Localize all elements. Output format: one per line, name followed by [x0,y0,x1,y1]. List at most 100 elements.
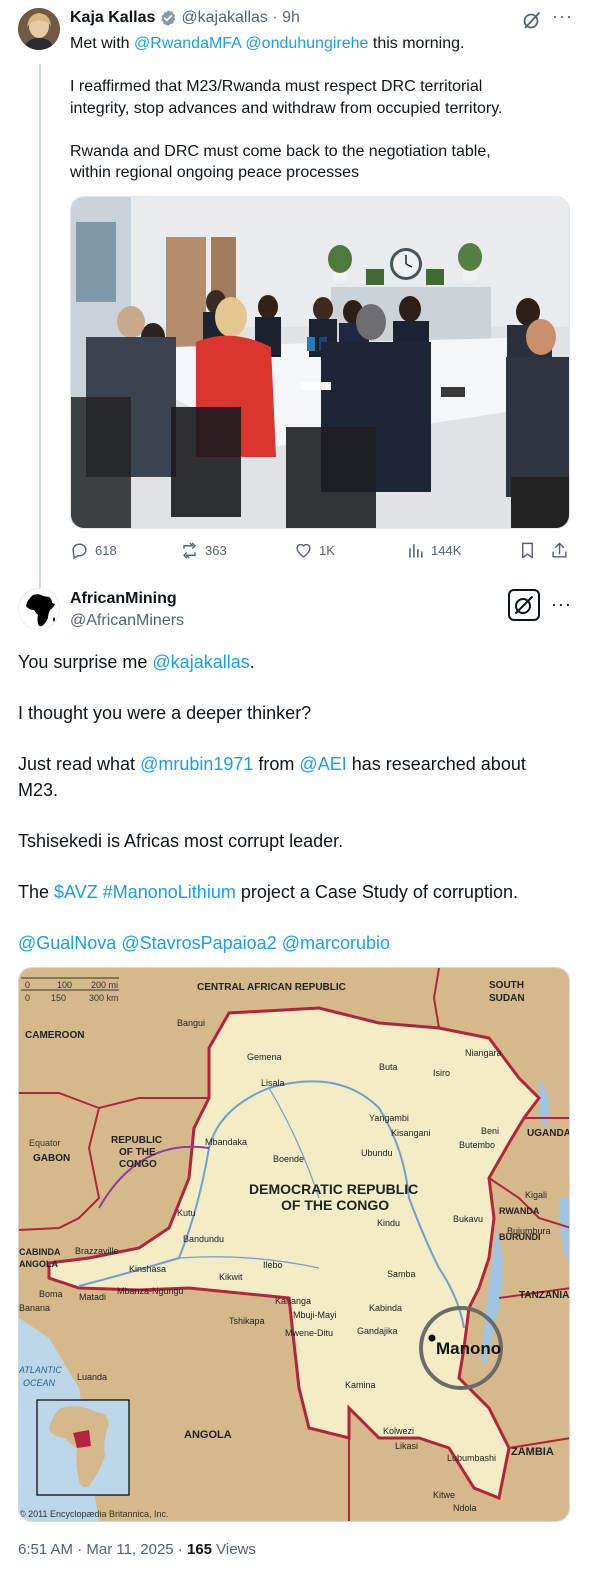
more-options-icon[interactable]: ··· [551,594,572,615]
author-name[interactable]: Kaja Kallas [70,9,155,27]
author-handle[interactable]: @kajakallas · 9h [181,9,300,27]
text-line: within regional ongoing peace processes [70,162,570,184]
tweet-header: Kaja Kallas @kajakallas · 9h [70,9,300,27]
text-segment: M23. [18,779,59,800]
map-country-uganda: UGANDA [527,1128,570,1139]
like-button[interactable]: 1K [294,541,335,560]
mention-link[interactable]: @AEI [299,754,346,774]
map-city-kamina: Kamina [345,1380,376,1390]
map-city-kisangani: Kisangani [391,1128,431,1138]
map-city-boende: Boende [273,1154,304,1164]
map-city-bujumbura: Bujumbura [507,1226,551,1236]
repost-button[interactable]: 363 [180,541,227,560]
text-segment: Rwanda and DRC must come back to the neg… [70,142,491,160]
mention-link[interactable]: #ManonoLithium [103,882,236,902]
map-city-kinshasa: Kinshasa [129,1264,166,1274]
map-copyright: © 2011 Encyclopædia Britannica, Inc. [19,1509,169,1519]
map-city-kutu: Kutu [177,1208,196,1218]
more-options-icon[interactable]: ··· [552,6,574,26]
map-city-ndola: Ndola [453,1503,477,1513]
share-button[interactable] [550,541,569,560]
map-city-gemena: Gemena [247,1052,282,1062]
map-city-mbanza: Mbanza-Ngungu [117,1286,184,1296]
mention-link[interactable]: @onduhungirehe [245,35,368,52]
reply-button[interactable]: 618 [70,541,117,560]
mention-link[interactable]: @mrubin1971 [140,754,253,774]
avatar[interactable] [18,8,60,50]
map-city-manono: Manono [436,1339,501,1358]
heart-icon [296,543,311,558]
mention-link[interactable]: @kajakallas [152,652,249,672]
text-segment: project a Case Study of corruption. [235,881,518,902]
map-country-cabinda-1: CABINDA [19,1247,61,1257]
tweet-photo[interactable] [70,196,570,529]
map-city-luanda: Luanda [77,1372,107,1382]
map-image[interactable]: 0 100 200 mi 0 150 300 km CENTRAL AFRICA… [18,967,570,1522]
map-city-niangara: Niangara [465,1048,502,1058]
grok-icon[interactable] [522,10,542,30]
text-segment: this morning. [368,35,465,52]
author-handle[interactable]: @AfricanMiners [70,612,184,630]
views-count: 165 [186,1541,213,1558]
text-segment: The [18,881,55,902]
repost-icon [183,542,196,559]
text-line: Tshisekedi is Africas most corrupt leade… [18,829,578,855]
tweet-text: You surprise me @kajakallas. I thought yo… [18,650,578,956]
map-city-kigali: Kigali [525,1190,547,1200]
bookmark-icon [522,542,533,559]
map-city-lubumbashi: Lubumbashi [447,1453,496,1463]
text-segment: Just read what [18,754,141,774]
map-city-bukavu: Bukavu [453,1214,483,1224]
mention-link[interactable]: @RwandaMFA [134,35,241,52]
text-segment: . [249,652,255,672]
map-country-zambia: ZAMBIA [511,1446,554,1458]
bookmark-button[interactable] [518,541,537,560]
text-segment: You surprise me [18,652,153,672]
avatar-image [18,8,60,50]
map-country-south-sudan-1: SOUTH [489,980,524,991]
map-city-kitwe: Kitwe [433,1490,455,1500]
views-button[interactable]: 144K [406,541,461,560]
map-country-drc-2: OF THE CONGO [281,1197,389,1213]
mention-link[interactable]: @marcorubio [282,933,390,953]
repost-count: 363 [205,543,227,558]
tweet-actions: 618 363 1K 144K [70,541,576,567]
map-city-beni: Beni [481,1126,499,1136]
grok-button[interactable] [508,589,540,621]
scale-km-0: 0 [25,993,30,1003]
text-segment: from [253,754,300,774]
text-line: I thought you were a deeper thinker? [18,701,578,727]
map-city-yangambi: Yangambi [369,1113,409,1123]
scale-mi-200: 200 mi [91,980,118,990]
map-city-mbandaka: Mbandaka [205,1137,247,1147]
map-country-cabinda-2: ANGOLA [19,1259,58,1269]
avatar[interactable] [18,588,60,630]
map-country-south-sudan-2: SUDAN [489,993,525,1004]
text-segment: Met with [70,35,135,52]
map-city-bandundu: Bandundu [183,1234,224,1244]
text-line: @GualNova @StavrosPapaioa2 @marcorubio [18,931,578,957]
thread-line [39,64,41,604]
mention-link[interactable]: $AVZ [54,882,98,902]
map-city-tshikapa: Tshikapa [229,1316,265,1326]
author-name[interactable]: AfricanMining [70,590,177,608]
map-city-ilebo: Ilebo [263,1260,283,1270]
verified-badge-icon [161,10,176,26]
text-segment: Tshisekedi is Africas most corrupt leade… [18,830,344,851]
map-city-mwene-ditu: Mwene-Ditu [285,1328,333,1338]
map-country-angola: ANGOLA [184,1429,232,1441]
map-city-isiro: Isiro [433,1068,450,1078]
mention-link[interactable]: @GualNova [18,933,116,953]
mention-link[interactable]: @StavrosPapaioa2 [121,933,276,953]
map-country-cameroon: CAMEROON [25,1030,84,1041]
share-icon [552,542,567,558]
tweet-timestamp[interactable]: 6:51 AM · Mar 11, 2025 · [18,1541,187,1558]
map-city-butembo: Butembo [459,1140,495,1150]
scale-km-300: 300 km [89,993,119,1003]
meeting-photo-image [71,197,569,528]
map-city-kolwezi: Kolwezi [383,1426,414,1436]
map-city-lisala: Lisala [261,1078,285,1088]
